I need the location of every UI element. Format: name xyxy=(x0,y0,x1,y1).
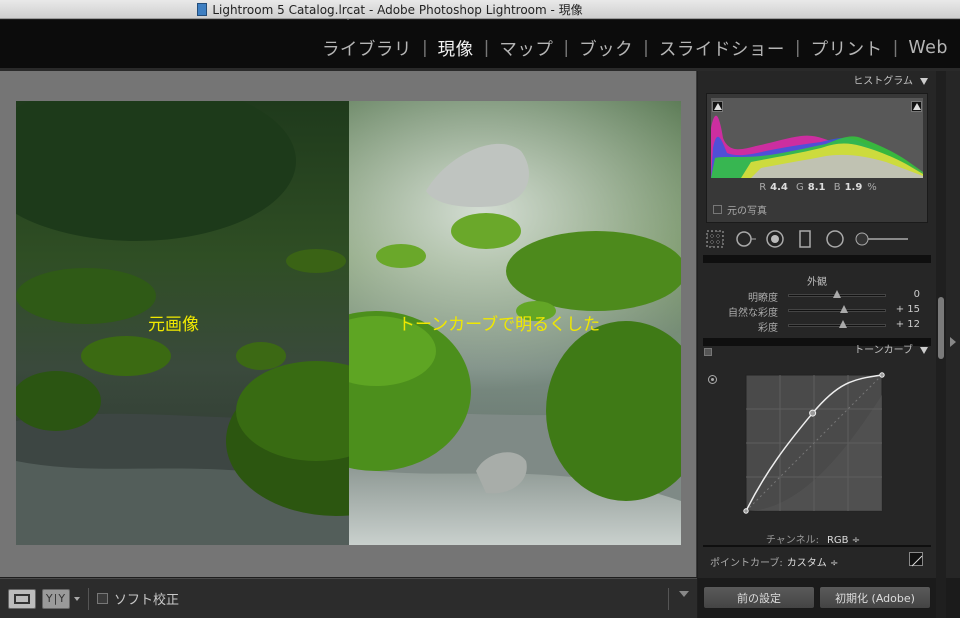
percent-sign: % xyxy=(867,182,877,193)
point-curve-row: ポイントカーブ: カスタム ÷ xyxy=(710,554,838,569)
r-label: R xyxy=(759,182,767,193)
slider-value[interactable]: + 12 xyxy=(896,319,920,330)
slider-label: 彩度 xyxy=(758,323,778,334)
presence-slider-row: 彩度 + 12 xyxy=(704,319,926,334)
module-6[interactable]: Web xyxy=(908,38,948,58)
slider-label: 自然な彩度 xyxy=(728,308,778,319)
module-picker: ライブラリ | 現像 | マップ | ブック | スライドショー | プリント | Web xyxy=(0,20,960,68)
before-after-photo[interactable]: 元画像 トーンカーブで明るくした xyxy=(16,101,681,545)
panel-button-bar: 前の設定 初期化 (Adobe) xyxy=(698,578,960,618)
module-5[interactable]: プリント xyxy=(811,36,883,61)
spot-removal-tool-icon[interactable] xyxy=(734,228,756,250)
loupe-view-icon xyxy=(14,593,30,604)
histogram-header-label: ヒストグラム xyxy=(853,76,913,87)
image-canvas: 元画像 トーンカーブで明るくした xyxy=(0,71,697,577)
presence-slider-row: 自然な彩度 + 15 xyxy=(704,304,926,319)
slider-track[interactable] xyxy=(788,324,886,327)
module-1[interactable]: 現像 xyxy=(438,36,474,61)
window-title: Lightroom 5 Catalog.lrcat - Adobe Photos… xyxy=(212,2,583,17)
r-value: 4.4 xyxy=(770,182,788,193)
highlight-clipping-icon[interactable] xyxy=(911,101,922,112)
slider-thumb[interactable] xyxy=(840,305,849,313)
original-photo-toggle[interactable]: 元の写真 xyxy=(713,202,767,217)
curve-control-point[interactable] xyxy=(879,372,885,378)
b-value: 1.9 xyxy=(844,182,863,193)
toolbar-separator xyxy=(668,588,669,610)
original-photo-label: 元の写真 xyxy=(727,206,767,217)
slider-label: 明瞭度 xyxy=(748,293,778,304)
loupe-view-button[interactable] xyxy=(8,588,36,609)
curve-control-point[interactable] xyxy=(809,409,817,417)
radial-filter-tool-icon[interactable] xyxy=(824,228,846,250)
panel-scrollbar[interactable] xyxy=(936,71,946,618)
collapse-triangle-icon[interactable] xyxy=(920,78,928,85)
tool-strip xyxy=(704,227,930,251)
slider-track[interactable] xyxy=(788,309,886,312)
module-0[interactable]: ライブラリ xyxy=(322,36,412,61)
slider-value[interactable]: 0 xyxy=(914,289,920,300)
point-curve-label: ポイントカーブ: xyxy=(710,558,783,569)
module-4[interactable]: スライドショー xyxy=(659,36,785,61)
panel-divider xyxy=(703,545,931,547)
before-after-view-button[interactable]: Y|Y xyxy=(42,588,70,609)
histogram-panel-header[interactable]: ヒストグラム xyxy=(703,73,931,91)
point-curve-select[interactable]: カスタム ÷ xyxy=(787,558,839,569)
toolbar-separator xyxy=(88,587,89,610)
view-mode-dropdown-icon[interactable] xyxy=(74,596,80,601)
module-separator: | xyxy=(483,38,490,58)
right-panel: ヒストグラム R 4.4 G 8.1 B 1.9% 元の写真 外観 明瞭度 0 … xyxy=(698,71,960,618)
adjustment-brush-tool-icon[interactable] xyxy=(854,228,910,250)
module-separator: | xyxy=(794,38,801,58)
curve-control-point[interactable] xyxy=(743,508,749,514)
module-separator: | xyxy=(892,38,899,58)
channel-row: チャンネル: RGB ÷ xyxy=(698,531,928,546)
slider-thumb[interactable] xyxy=(833,290,841,298)
g-value: 8.1 xyxy=(807,182,826,193)
module-separator: | xyxy=(563,38,570,58)
g-label: G xyxy=(796,182,804,193)
presence-slider-row: 明瞭度 0 xyxy=(704,289,926,304)
presence-header: 外観 xyxy=(807,277,827,288)
tone-curve-panel-header[interactable]: トーンカーブ xyxy=(703,342,931,360)
module-3[interactable]: ブック xyxy=(579,36,633,61)
previous-settings-button[interactable]: 前の設定 xyxy=(703,586,815,609)
slider-thumb[interactable] xyxy=(838,320,847,328)
tone-curve-editor[interactable] xyxy=(706,365,928,540)
reset-button[interactable]: 初期化 (Adobe) xyxy=(819,586,931,609)
crop-tool-icon[interactable] xyxy=(704,228,726,250)
tone-curve-svg[interactable] xyxy=(706,365,928,515)
rgb-readout: R 4.4 G 8.1 B 1.9% xyxy=(707,182,929,193)
module-2[interactable]: マップ xyxy=(499,36,553,61)
point-curve-edit-icon[interactable] xyxy=(909,552,923,567)
histogram-box: R 4.4 G 8.1 B 1.9% 元の写真 xyxy=(706,93,928,223)
soft-proof-checkbox[interactable] xyxy=(97,593,108,604)
b-label: B xyxy=(833,182,841,193)
graduated-filter-tool-icon[interactable] xyxy=(794,228,816,250)
scrollbar-thumb[interactable] xyxy=(938,297,944,359)
module-separator: | xyxy=(643,38,649,58)
histogram-svg xyxy=(711,115,923,178)
bottom-toolbar: Y|Y ソフト校正 xyxy=(0,578,697,618)
collapse-triangle-icon[interactable] xyxy=(920,347,928,354)
right-panel-toggle-icon[interactable] xyxy=(950,337,956,347)
slider-value[interactable]: + 15 xyxy=(896,304,920,315)
tone-curve-result-label: トーンカーブで明るくした xyxy=(398,315,601,335)
module-separator: | xyxy=(421,38,428,58)
tone-curve-header-label: トーンカーブ xyxy=(854,345,913,356)
soft-proof-label: ソフト校正 xyxy=(114,593,180,608)
original-image-label: 元画像 xyxy=(148,315,199,335)
original-photo-checkbox[interactable] xyxy=(713,205,722,214)
histogram-graph xyxy=(711,98,923,178)
window-titlebar: Lightroom 5 Catalog.lrcat - Adobe Photos… xyxy=(0,0,960,24)
panel-divider xyxy=(703,255,931,263)
document-icon xyxy=(197,2,208,16)
toolbar-content-dropdown-icon[interactable] xyxy=(679,591,689,597)
red-eye-tool-icon[interactable] xyxy=(764,228,786,250)
shadow-clipping-icon[interactable] xyxy=(712,101,723,112)
